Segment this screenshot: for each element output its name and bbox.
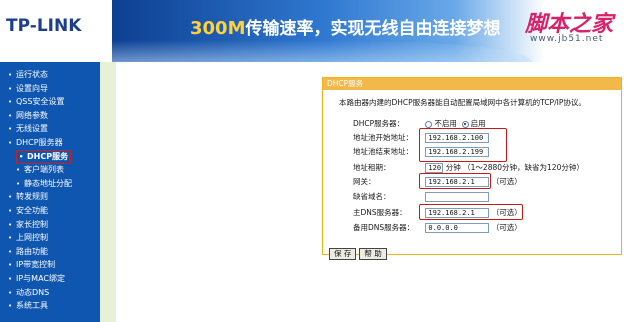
watermark-url: www.jb51.net [530,34,604,44]
lease-label: 地址租期： [353,163,391,172]
bullet-icon: • [8,71,13,79]
sidebar-item-network[interactable]: • 网络参数 [8,109,72,123]
end-address-label: 地址池结束地址： [353,147,413,156]
bullet-icon: • [8,111,13,120]
secondary-dns-label: 备用DNS服务器： [353,223,415,232]
disable-label: 不启用 [434,119,457,128]
enable-label: 启用 [470,119,486,128]
domain-input[interactable] [425,192,490,202]
domain-row: 缺省域名： [353,191,490,203]
secondary-dns-row: 备用DNS服务器： 0.0.0.0 （可选） [353,222,522,234]
sidebar-item-ip-mac[interactable]: • IP与MAC绑定 [8,272,72,286]
bullet-icon: • [8,138,13,147]
bullet-icon: • [8,288,13,297]
bullet-icon: • [16,179,21,188]
dhcp-panel: DHCP服务 本路由器内建的DHCP服务器能自动配置局域网中各计算机的TCP/I… [322,77,622,260]
bullet-icon: • [8,302,13,311]
bullet-icon: • [8,193,13,202]
secondary-dns-optional: （可选） [491,223,522,232]
sidebar-item-wizard[interactable]: • 设置向导 [8,82,72,96]
bullet-icon: • [8,261,13,270]
sidebar-item-status[interactable]: • 运行状态 [8,68,72,82]
sidebar-item-bandwidth[interactable]: • IP带宽控制 [8,258,72,272]
gateway-highlight [419,173,491,189]
sidebar-item-forwarding[interactable]: • 转发规则 [8,190,72,204]
button-row: 保 存帮 助 [329,241,390,260]
save-button[interactable]: 保 存 [329,248,357,260]
panel-description: 本路由器内建的DHCP服务器能自动配置局域网中各计算机的TCP/IP协议。 [339,98,586,107]
disable-radio[interactable] [425,120,433,128]
sidebar-item-dhcp-server[interactable]: • DHCP服务器 [8,136,72,150]
bullet-icon: • [8,247,13,256]
sidebar-item-qss[interactable]: • QSS安全设置 [8,95,72,109]
sidebar-item-ddns[interactable]: • 动态DNS [8,286,72,300]
bullet-icon: • [8,220,13,229]
bullet-icon: • [8,98,13,107]
sidebar-item-security[interactable]: • 安全功能 [8,204,72,218]
bullet-icon: • [16,166,21,175]
sidebar-item-dhcp-service[interactable]: • DHCP服务 [8,149,72,164]
primary-dns-highlight [419,204,523,220]
address-pool-highlight [419,128,507,162]
sidebar-item-system-tools[interactable]: • 系统工具 [8,299,72,313]
slogan-text: 传输速率，实现无线自由连接梦想 [245,19,501,39]
content-strip [100,62,116,322]
sidebar-item-parental[interactable]: • 家长控制 [8,218,72,232]
bullet-icon: • [19,152,24,161]
bullet-icon: • [8,234,13,243]
primary-dns-label: 主DNS服务器： [353,208,407,217]
enable-radio[interactable] [461,120,469,128]
secondary-dns-input[interactable]: 0.0.0.0 [425,223,490,233]
gateway-optional: （可选） [491,177,522,186]
panel-title: DHCP服务 [323,78,621,90]
help-button[interactable]: 帮 助 [359,248,387,260]
sidebar-menu: • 运行状态 • 设置向导 • QSS安全设置 • 网络参数 • 无线设置 • DHCP服务… [8,68,72,313]
sidebar-item-wireless[interactable]: • 无线设置 [8,122,72,136]
bullet-icon: • [8,84,13,93]
logo-area: TP-LINK [0,0,112,62]
active-item-highlight: • DHCP服务 [16,149,72,164]
bullet-icon: • [8,274,13,283]
sidebar-item-static-address[interactable]: • 静态地址分配 [8,177,72,191]
bullet-icon: • [8,206,13,215]
domain-label: 缺省域名： [353,192,391,201]
lease-hint: 分钟 （1～2880分钟，缺省为120分钟） [445,163,584,172]
bullet-icon: • [8,125,13,134]
gateway-label: 网关： [353,177,376,186]
slogan-highlight: 300M [190,18,246,39]
start-address-label: 地址池开始地址： [353,133,413,142]
sidebar-item-access-control[interactable]: • 上网控制 [8,231,72,245]
lease-input[interactable]: 120 [425,163,444,173]
tp-link-logo: TP-LINK [6,16,82,36]
sidebar-item-routing[interactable]: • 路由功能 [8,245,72,259]
sidebar-item-client-list[interactable]: • 客户端列表 [8,163,72,177]
header-banner: TP-LINK 300M传输速率，实现无线自由连接梦想 脚本之家 www.jb5… [0,0,640,62]
banner-slogan: 300M传输速率，实现无线自由连接梦想 [190,14,501,39]
dhcp-server-label: DHCP服务器： [353,119,405,128]
